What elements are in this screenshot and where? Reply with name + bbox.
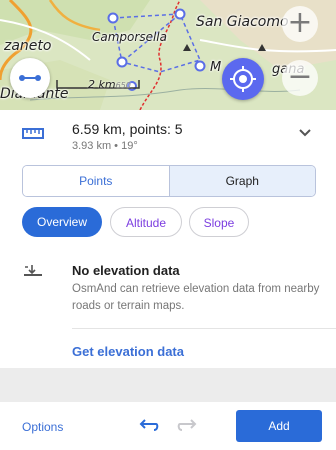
no-elevation-description: OsmAnd can retrieve elevation data from … [72, 283, 320, 312]
divider [72, 328, 336, 329]
tab-points[interactable]: Points [23, 166, 170, 196]
distance-subtitle: 3.93 km • 19° [72, 140, 138, 152]
map-label-camporsella: Camporsella [92, 30, 167, 44]
ruler-icon [22, 128, 44, 139]
tab-graph[interactable]: Graph [169, 166, 315, 196]
bottom-toolbar: Options Add [0, 402, 336, 450]
measurement-summary[interactable]: 6.59 km, points: 5 3.93 km • 19° [0, 118, 336, 158]
options-button[interactable]: Options [22, 420, 63, 434]
chevron-down-icon[interactable] [298, 128, 312, 138]
add-button[interactable]: Add [236, 410, 322, 442]
map-label-m: M [210, 60, 222, 75]
view-segmented-control: Points Graph [22, 165, 316, 197]
measure-mode-button[interactable] [10, 58, 50, 98]
my-location-button[interactable] [222, 58, 264, 100]
chip-altitude[interactable]: Altitude [110, 207, 182, 237]
redo-icon[interactable] [176, 419, 198, 433]
section-separator [0, 368, 336, 402]
zoom-in-button[interactable]: + [282, 6, 318, 42]
no-elevation-title: No elevation data [72, 263, 180, 278]
measure-line-icon [19, 75, 41, 81]
map-label-zaneto: zaneto [4, 38, 52, 54]
get-elevation-data-link[interactable]: Get elevation data [72, 344, 184, 359]
chip-slope[interactable]: Slope [189, 207, 249, 237]
zoom-out-button[interactable]: − [282, 60, 318, 96]
distance-title: 6.59 km, points: 5 [72, 121, 183, 137]
elevation-icon [24, 265, 42, 276]
location-crosshair-icon [230, 66, 256, 92]
map-label-san-giacomo: San Giacomo [196, 14, 289, 30]
map-view[interactable]: San Giacomo Camporsella zaneto Diamante … [0, 0, 336, 110]
undo-icon[interactable] [138, 419, 160, 433]
chip-overview[interactable]: Overview [22, 207, 102, 237]
map-scale-label: 2 km650 [88, 78, 131, 91]
